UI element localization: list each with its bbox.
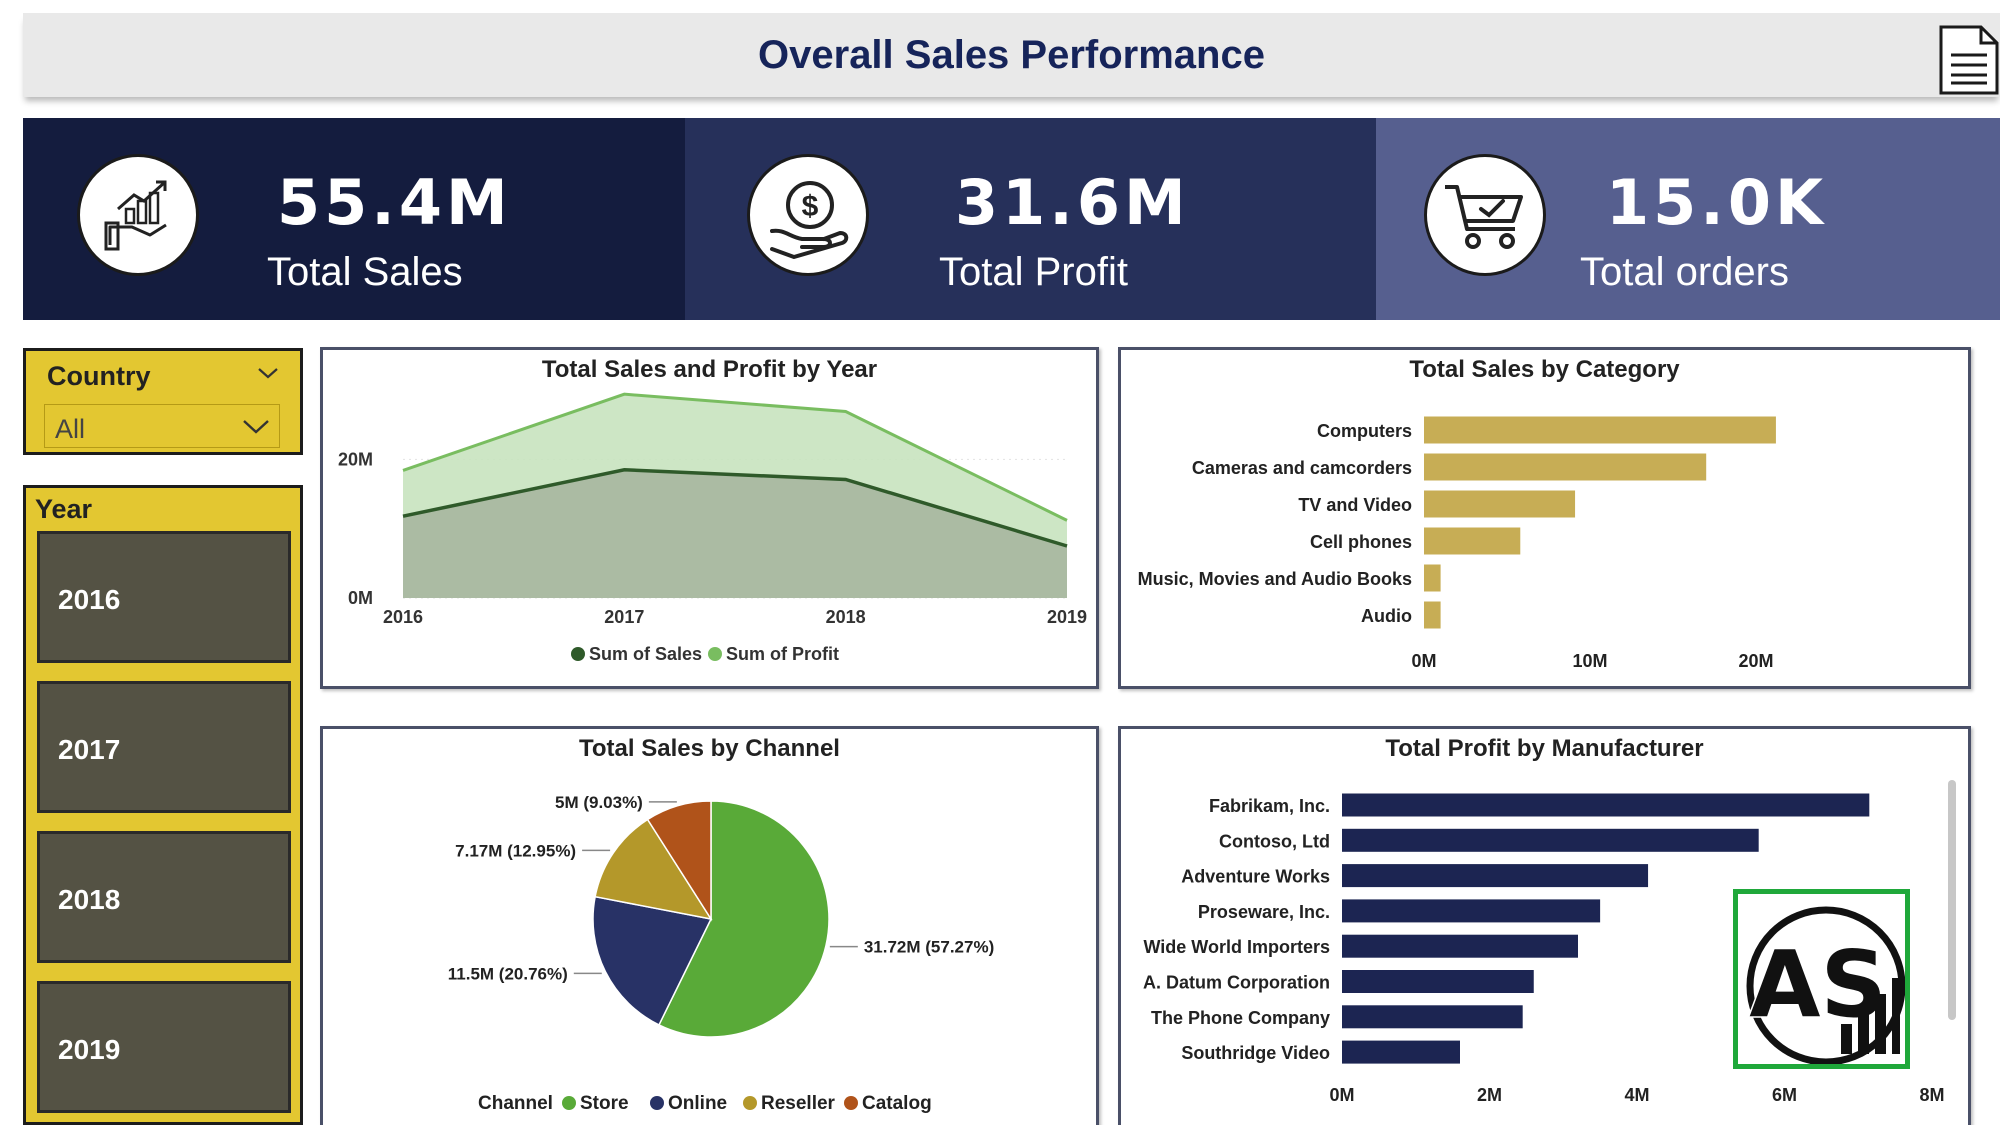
area-chart: 0M 20M 2016 2017 2018 2019 Sum of Sales Sum of … xyxy=(338,392,1087,664)
legend-title: Channel xyxy=(478,1093,553,1114)
category-label: Proseware, Inc. xyxy=(1198,902,1330,922)
category-label: Audio xyxy=(1361,606,1412,626)
category-label: Adventure Works xyxy=(1181,867,1330,887)
legend-marker xyxy=(650,1096,664,1110)
country-dropdown-value: All xyxy=(55,414,86,444)
sales-profit-by-year-chart[interactable]: Total Sales and Profit by Year 0M 20M 2016… xyxy=(320,347,1099,689)
kpi-total-profit: $ 31.6M Total Profit xyxy=(685,118,1376,320)
bar xyxy=(1342,793,1870,817)
x-tick-label: 2M xyxy=(1477,1085,1502,1105)
x-tick-label: 10M xyxy=(1572,651,1607,671)
year-option-2017[interactable]: 2017 xyxy=(37,681,291,813)
bar xyxy=(1342,828,1759,852)
category-label: Southridge Video xyxy=(1181,1043,1330,1063)
bar xyxy=(1424,490,1576,518)
sales-by-channel-chart[interactable]: Total Sales by Channel 31.72M (57.27%) 11… xyxy=(320,726,1099,1125)
year-option-label: 2019 xyxy=(58,1034,121,1065)
bar-chart: Computers Cameras and camcorders TV and Vi… xyxy=(1138,416,1776,671)
year-option-2019[interactable]: 2019 xyxy=(37,981,291,1113)
kpi-label: Total Sales xyxy=(267,250,463,294)
category-label: Contoso, Ltd xyxy=(1219,831,1330,851)
legend-marker xyxy=(844,1096,858,1110)
category-label: Computers xyxy=(1317,421,1412,441)
category-label: Wide World Importers xyxy=(1143,937,1330,957)
bar xyxy=(1424,453,1707,481)
kpi-total-sales: 55.4M Total Sales xyxy=(23,118,685,320)
year-option-label: 2016 xyxy=(58,584,121,615)
data-label: 11.5M (20.76%) xyxy=(448,964,568,983)
legend-marker xyxy=(743,1096,757,1110)
data-label: 31.72M (57.27%) xyxy=(864,938,994,957)
category-label: Music, Movies and Audio Books xyxy=(1138,569,1412,589)
chevron-down-icon[interactable] xyxy=(256,361,280,385)
year-option-2016[interactable]: 2016 xyxy=(37,531,291,663)
bar xyxy=(1424,416,1776,444)
as-logo: AS xyxy=(1733,889,1910,1069)
x-tick-label: 20M xyxy=(1738,651,1773,671)
legend-marker xyxy=(562,1096,576,1110)
kpi-label: Total Profit xyxy=(939,250,1128,294)
category-label: TV and Video xyxy=(1298,495,1412,515)
year-slicer: Year 2016 2017 2018 2019 xyxy=(23,485,303,1125)
x-tick-label: 8M xyxy=(1919,1085,1944,1105)
bar xyxy=(1342,864,1649,888)
bar xyxy=(1424,601,1441,629)
legend-label: Online xyxy=(668,1093,727,1114)
x-tick-label: 2019 xyxy=(1047,607,1087,627)
x-tick-label: 6M xyxy=(1772,1085,1797,1105)
data-label: 7.17M (12.95%) xyxy=(455,841,576,860)
svg-text:$: $ xyxy=(802,190,819,223)
kpi-value: 55.4M xyxy=(277,166,512,239)
legend-label: Sum of Sales xyxy=(589,644,702,664)
y-tick-label: 20M xyxy=(338,449,373,469)
category-label: Fabrikam, Inc. xyxy=(1209,796,1330,816)
country-slicer: Country All xyxy=(23,348,303,455)
legend-label: Store xyxy=(580,1093,629,1114)
legend-label: Reseller xyxy=(761,1093,836,1114)
x-tick-label: 0M xyxy=(1411,651,1436,671)
x-tick-label: 2016 xyxy=(383,607,423,627)
kpi-value: 31.6M xyxy=(955,166,1190,239)
bar xyxy=(1342,1005,1523,1029)
x-tick-label: 0M xyxy=(1329,1085,1354,1105)
chart-scrollbar[interactable] xyxy=(1948,780,1956,1020)
x-tick-label: 2017 xyxy=(604,607,644,627)
pie-chart: 31.72M (57.27%) 11.5M (20.76%) 7.17M (12.9… xyxy=(448,793,994,1114)
shopping-cart-icon xyxy=(1424,154,1546,276)
bar xyxy=(1342,1040,1460,1064)
year-option-2018[interactable]: 2018 xyxy=(37,831,291,963)
kpi-value: 15.0K xyxy=(1606,166,1828,239)
kpi-label: Total orders xyxy=(1580,250,1789,294)
country-slicer-title: Country xyxy=(47,361,151,391)
year-slicer-title: Year xyxy=(35,494,93,524)
bar xyxy=(1342,934,1578,958)
category-label: Cameras and camcorders xyxy=(1192,458,1412,478)
year-option-label: 2018 xyxy=(58,884,121,915)
legend-marker xyxy=(708,647,722,661)
legend-marker xyxy=(571,647,585,661)
dollar-hand-icon: $ xyxy=(747,154,869,276)
legend-label: Catalog xyxy=(862,1093,932,1114)
page-title: Overall Sales Performance xyxy=(758,33,1265,77)
category-label: Cell phones xyxy=(1310,532,1412,552)
category-label: The Phone Company xyxy=(1151,1008,1330,1028)
year-option-label: 2017 xyxy=(58,734,121,765)
x-tick-label: 2018 xyxy=(826,607,866,627)
category-label: A. Datum Corporation xyxy=(1143,973,1330,993)
sales-by-category-chart[interactable]: Total Sales by Category Computers Cameras… xyxy=(1118,347,1971,689)
x-tick-label: 4M xyxy=(1624,1085,1649,1105)
header-bar: Overall Sales Performance xyxy=(23,13,2000,97)
y-tick-label: 0M xyxy=(348,588,373,608)
bar xyxy=(1342,970,1534,993)
legend-label: Sum of Profit xyxy=(726,644,839,664)
growth-hand-icon xyxy=(77,154,199,276)
data-label: 5M (9.03%) xyxy=(555,793,643,812)
country-dropdown[interactable]: All xyxy=(44,404,280,448)
bar xyxy=(1424,527,1521,555)
document-icon[interactable] xyxy=(1937,23,2000,97)
bar xyxy=(1342,899,1601,923)
kpi-total-orders: 15.0K Total orders xyxy=(1376,118,2000,320)
chevron-down-icon[interactable] xyxy=(241,413,271,439)
bar xyxy=(1424,564,1441,592)
